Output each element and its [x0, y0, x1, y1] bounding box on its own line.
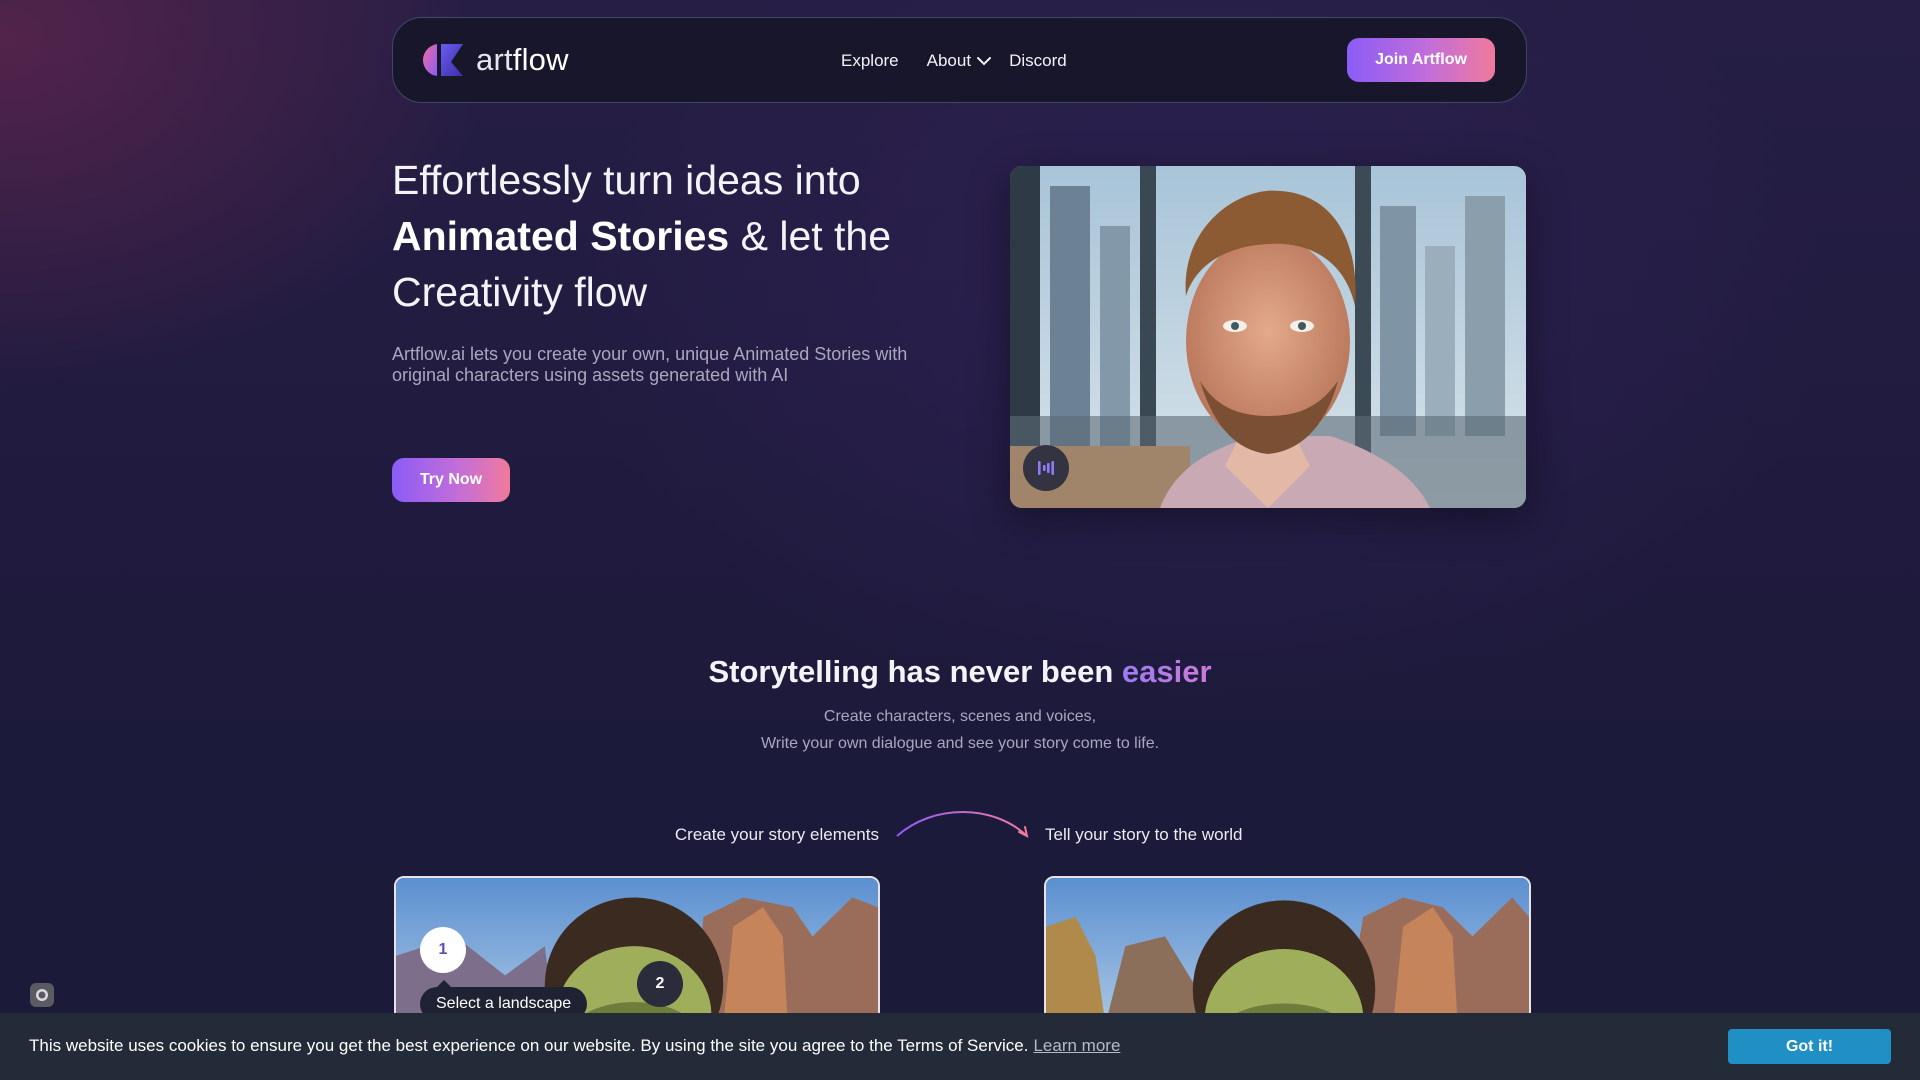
section-title-accent: easier [1121, 654, 1212, 689]
artflow-logo-icon [423, 44, 463, 76]
chevron-down-icon [977, 57, 992, 66]
hero-video[interactable] [1010, 166, 1526, 508]
section-title: Storytelling has never been easier [0, 654, 1920, 690]
step-1-marker[interactable]: 1 [420, 927, 466, 973]
cookie-message-text: This website uses cookies to ensure you … [29, 1036, 1029, 1055]
logo[interactable]: artflow [423, 42, 569, 78]
section-subtitle: Create characters, scenes and voices, Wr… [0, 703, 1920, 757]
chat-widget-button[interactable] [30, 983, 54, 1007]
curved-arrow-icon [896, 811, 1029, 838]
audio-toggle-button[interactable] [1023, 445, 1069, 491]
cookie-message: This website uses cookies to ensure you … [29, 1036, 1120, 1056]
story-preview-image [1046, 878, 1529, 1024]
nav-about-label: About [926, 51, 972, 70]
join-artflow-button[interactable]: Join Artflow [1347, 38, 1495, 82]
flow-label-tell: Tell your story to the world [1045, 825, 1243, 844]
step-2-marker[interactable]: 2 [637, 961, 683, 1007]
section-subtitle-line1: Create characters, scenes and voices, [823, 708, 1097, 725]
cookie-banner: This website uses cookies to ensure you … [0, 1013, 1920, 1080]
logo-text: artflow [476, 42, 569, 77]
nav-explore[interactable]: Explore [841, 51, 899, 71]
hero-title: Effortlessly turn ideas into Animated St… [392, 152, 952, 320]
cookie-accept-button[interactable]: Got it! [1728, 1029, 1891, 1064]
nav-discord[interactable]: Discord [1009, 51, 1067, 71]
section-subtitle-line2: Write your own dialogue and see your sto… [760, 735, 1160, 752]
nav-about[interactable]: About [926, 51, 992, 71]
story-preview-card[interactable] [1044, 876, 1531, 1026]
try-now-button[interactable]: Try Now [392, 458, 510, 502]
nav-links: Explore About Discord [841, 18, 1095, 104]
flow-label-create: Create your story elements [674, 825, 879, 844]
section-title-text: Storytelling has never been [708, 654, 1122, 689]
audio-wave-icon [1038, 461, 1054, 475]
top-navbar: artflow Explore About Discord Join Artfl… [392, 17, 1527, 103]
hero-title-line1: Effortlessly turn ideas into [392, 157, 861, 203]
learn-more-link[interactable]: Learn more [1033, 1036, 1120, 1055]
hero-subtitle: Artflow.ai lets you create your own, uni… [392, 344, 908, 385]
hero-title-bold: Animated Stories [392, 213, 730, 259]
chat-icon [36, 989, 48, 1001]
hero-video-frame [1010, 166, 1526, 508]
